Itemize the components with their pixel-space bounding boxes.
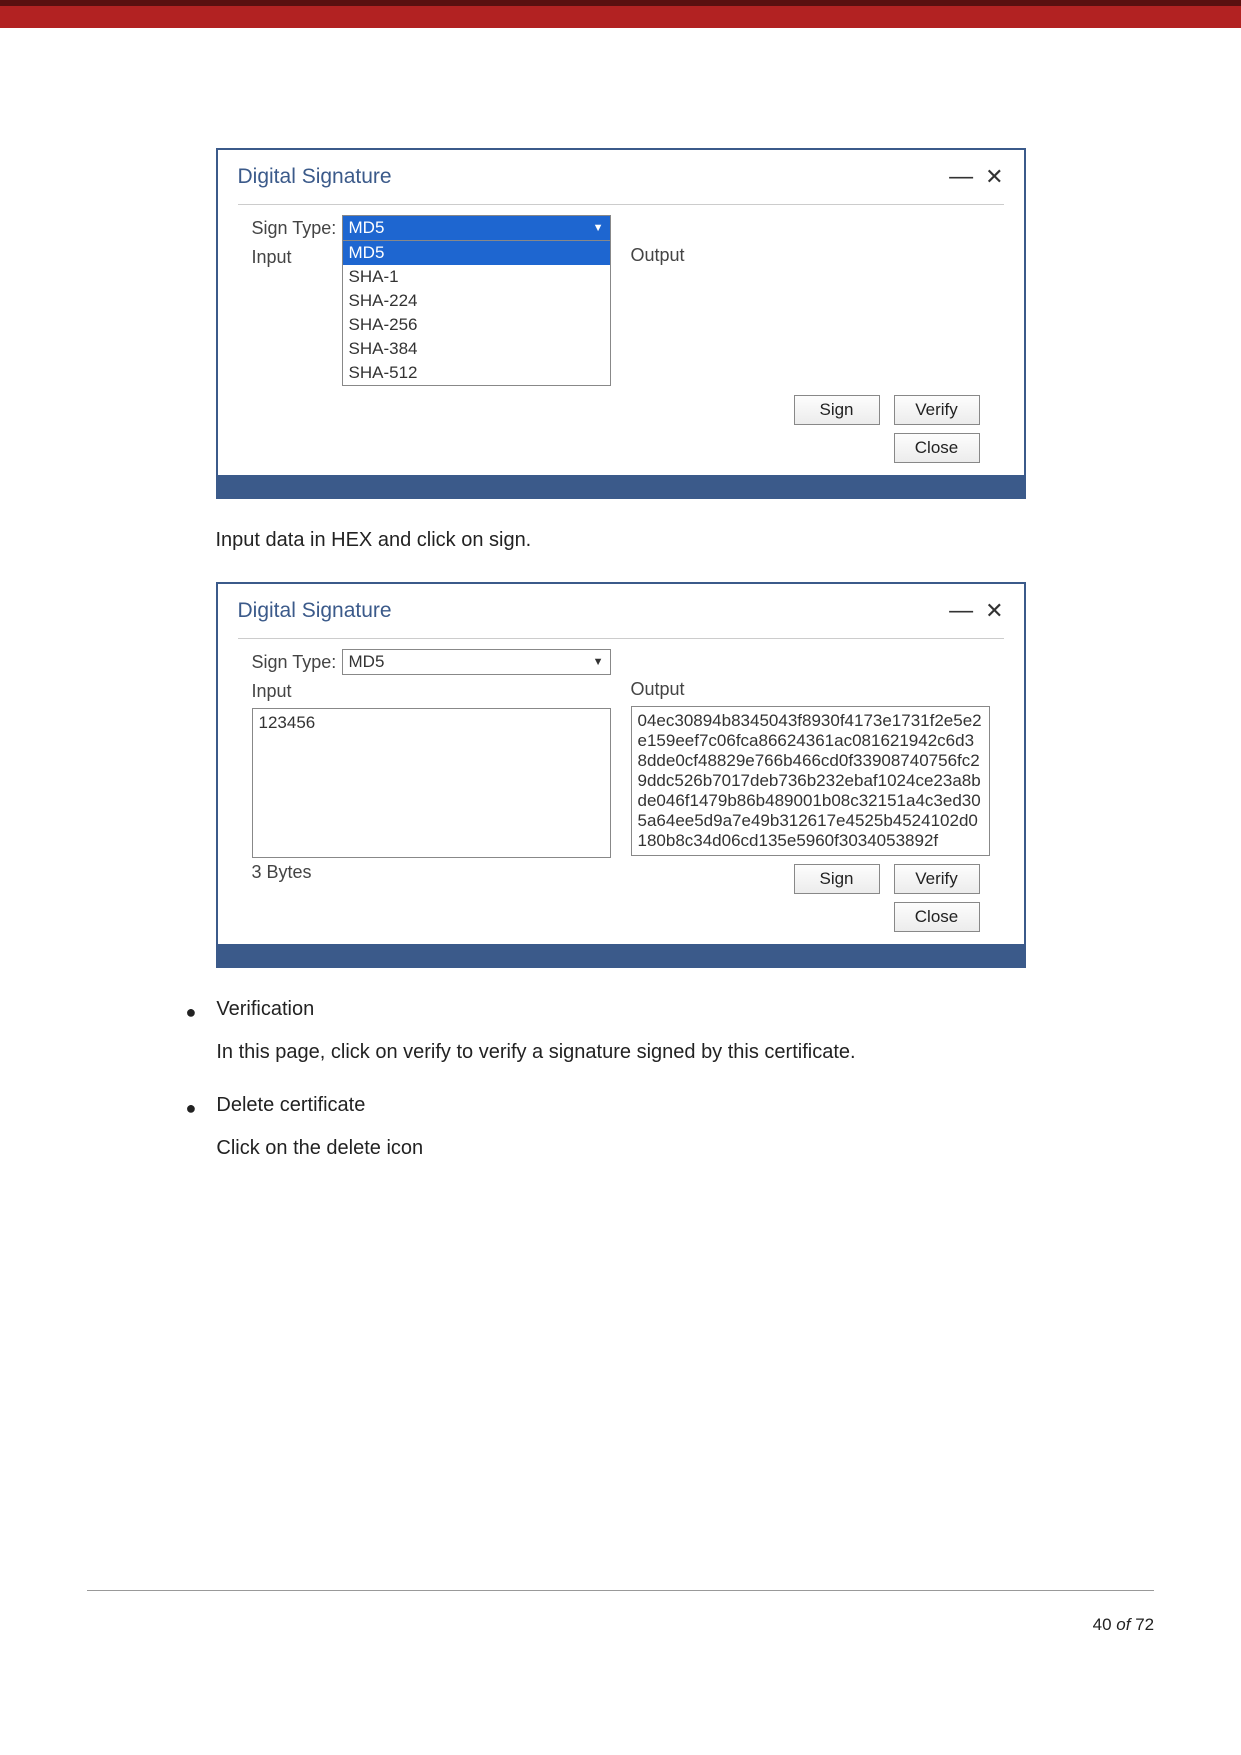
close-icon[interactable]: ✕ (985, 598, 1003, 624)
dropdown-item[interactable]: SHA-384 (343, 337, 610, 361)
bullet-body: In this page, click on verify to verify … (216, 1041, 1055, 1064)
minimize-icon[interactable]: — (949, 172, 973, 182)
close-button[interactable]: Close (894, 433, 980, 463)
separator (238, 204, 1004, 205)
close-icon[interactable]: ✕ (985, 164, 1003, 190)
sign-type-select[interactable]: MD5 ▼ (342, 215, 611, 241)
input-label: Input (252, 681, 342, 702)
output-label: Output (631, 245, 990, 266)
sign-button[interactable]: Sign (794, 395, 880, 425)
bullet-title: Verification (216, 998, 1055, 1021)
digital-signature-dialog-result: Digital Signature — ✕ Sign Type: MD5 ▼ (216, 582, 1026, 968)
byte-count: 3 Bytes (238, 858, 326, 883)
close-button[interactable]: Close (894, 902, 980, 932)
footer-rule (87, 1590, 1154, 1591)
sign-button[interactable]: Sign (794, 864, 880, 894)
separator (238, 638, 1004, 639)
bullet-title: Delete certificate (216, 1094, 1055, 1117)
page-of: of (1116, 1615, 1130, 1634)
output-box: 04ec30894b8345043f8930f4173e1731f2e5e2e1… (631, 706, 990, 856)
output-label: Output (631, 679, 990, 700)
dialog-title: Digital Signature (238, 599, 392, 623)
sign-type-select[interactable]: MD5 ▼ (342, 649, 611, 675)
list-item: ● Verification In this page, click on ve… (186, 998, 1056, 1064)
sign-type-value: MD5 (349, 652, 385, 672)
dropdown-item[interactable]: SHA-1 (343, 265, 610, 289)
sign-type-dropdown: MD5 SHA-1 SHA-224 SHA-256 SHA-384 SHA-51… (342, 241, 611, 386)
input-label: Input (252, 247, 342, 268)
verify-button[interactable]: Verify (894, 864, 980, 894)
top-red-bar (0, 0, 1241, 28)
page-current: 40 (1093, 1615, 1112, 1634)
dropdown-item[interactable]: MD5 (343, 241, 610, 265)
dialog-bottom-bar (218, 944, 1024, 966)
dropdown-item[interactable]: SHA-256 (343, 313, 610, 337)
bullet-icon: ● (186, 998, 197, 1026)
chevron-down-icon: ▼ (593, 222, 604, 234)
dialog-title: Digital Signature (238, 165, 392, 189)
list-item: ● Delete certificate Click on the delete… (186, 1094, 1056, 1160)
bullet-body: Click on the delete icon (216, 1137, 1055, 1160)
dropdown-item[interactable]: SHA-224 (343, 289, 610, 313)
dialog-bottom-bar (218, 475, 1024, 497)
instruction-text: Input data in HEX and click on sign. (216, 529, 1026, 552)
input-textarea[interactable] (252, 708, 611, 858)
page-total: 72 (1135, 1615, 1154, 1634)
minimize-icon[interactable]: — (949, 606, 973, 616)
digital-signature-dialog-open-dropdown: Digital Signature — ✕ Sign Type: MD5 ▼ (216, 148, 1026, 499)
sign-type-value: MD5 (349, 218, 385, 238)
page-number: 40 of 72 (87, 1615, 1154, 1635)
sign-type-label: Sign Type: (252, 652, 342, 673)
dropdown-item[interactable]: SHA-512 (343, 361, 610, 385)
verify-button[interactable]: Verify (894, 395, 980, 425)
chevron-down-icon: ▼ (593, 656, 604, 668)
bullet-icon: ● (186, 1094, 197, 1122)
sign-type-label: Sign Type: (252, 218, 342, 239)
